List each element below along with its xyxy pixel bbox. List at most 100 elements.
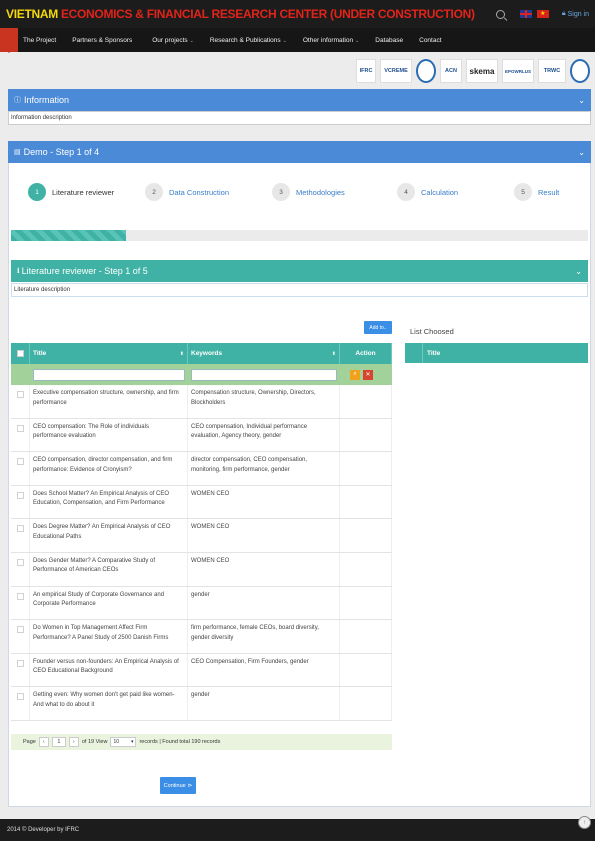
search-icon[interactable]: ⌕ bbox=[350, 369, 360, 380]
row-select-cell[interactable] bbox=[11, 620, 30, 653]
row-checkbox[interactable] bbox=[16, 458, 24, 466]
home-nav-button[interactable] bbox=[0, 28, 18, 53]
filter-row: ⌕ ✕ bbox=[11, 364, 392, 385]
sign-in-label: Sign in bbox=[567, 10, 589, 18]
info-icon: ℹ bbox=[17, 268, 20, 275]
table-row[interactable]: Does Gender Matter? A Comparative Study … bbox=[11, 552, 392, 587]
partner-logo-vcreme[interactable]: VCREME bbox=[380, 59, 412, 83]
table-row[interactable]: Does Degree Matter? An Empirical Analysi… bbox=[11, 519, 392, 553]
partner-logo-ifrc[interactable]: IFRC bbox=[356, 59, 376, 83]
table-row[interactable]: Getting even: Why women don't get paid l… bbox=[11, 687, 392, 721]
row-action-cell bbox=[340, 452, 392, 485]
brand-part-center: ECONOMICS & FINANCIAL RESEARCH CENTER (U… bbox=[60, 7, 475, 21]
search-icon[interactable] bbox=[495, 9, 505, 19]
next-page-icon[interactable]: › bbox=[68, 737, 79, 747]
row-checkbox[interactable] bbox=[16, 693, 24, 701]
column-title[interactable]: Title ⬍ bbox=[30, 343, 188, 364]
clear-icon[interactable]: ✕ bbox=[363, 369, 373, 380]
step-4[interactable]: 4 Calculation bbox=[397, 183, 458, 201]
demo-panel-header[interactable]: ▤ Demo - Step 1 of 4 ⌄ bbox=[8, 141, 591, 163]
row-action-cell bbox=[340, 586, 392, 620]
table-row[interactable]: Do Women in Top Management Affect Firm P… bbox=[11, 620, 392, 654]
nav-item-other-information[interactable]: Other information ⌄ bbox=[295, 37, 367, 44]
row-select-cell[interactable] bbox=[11, 519, 30, 552]
partner-logo-skema[interactable]: skema bbox=[466, 59, 498, 83]
continue-button[interactable]: Continue ⊳ bbox=[160, 777, 196, 794]
table-row[interactable]: Does School Matter? An Empirical Analysi… bbox=[11, 485, 392, 520]
nav-item-the-project[interactable]: The Project bbox=[18, 37, 64, 44]
row-select-cell[interactable] bbox=[11, 586, 30, 620]
keywords-filter-input[interactable] bbox=[191, 368, 337, 381]
row-select-cell[interactable] bbox=[11, 485, 30, 519]
english-flag-icon[interactable] bbox=[519, 10, 532, 18]
scroll-to-top-icon[interactable]: ↑ bbox=[578, 816, 591, 829]
row-checkbox[interactable] bbox=[16, 592, 24, 600]
step-3[interactable]: 3 Methodologies bbox=[272, 183, 345, 201]
page-input[interactable]: 1 bbox=[51, 737, 66, 747]
partner-logo-trwc[interactable]: TRWC bbox=[538, 59, 566, 83]
row-action-cell bbox=[340, 385, 392, 418]
chevron-down-icon[interactable]: ⌄ bbox=[575, 267, 582, 276]
table-row[interactable]: Executive compensation structure, owners… bbox=[11, 385, 392, 419]
add-to-button[interactable]: Add to.. bbox=[364, 321, 392, 334]
table-body: Executive compensation structure, owners… bbox=[11, 385, 392, 721]
vietnamese-flag-icon[interactable]: ★ bbox=[536, 10, 549, 18]
select-all-cell[interactable] bbox=[11, 343, 30, 364]
row-checkbox[interactable] bbox=[16, 525, 24, 533]
step-1[interactable]: 1 Literature reviewer bbox=[28, 183, 114, 201]
chevron-down-icon[interactable]: ⌄ bbox=[578, 148, 585, 157]
row-select-cell[interactable] bbox=[11, 552, 30, 586]
table-row[interactable]: An empirical Study of Corporate Governan… bbox=[11, 586, 392, 621]
prev-page-icon[interactable]: ‹ bbox=[38, 737, 49, 747]
list-choosed-column-title: Title bbox=[427, 349, 441, 357]
row-select-cell[interactable] bbox=[11, 653, 30, 687]
row-title: CEO compensation: The Role of individual… bbox=[30, 418, 188, 452]
column-label: Title bbox=[33, 350, 47, 357]
information-panel-header[interactable]: ⓘ Information ⌄ bbox=[8, 89, 591, 111]
step-label: Literature reviewer bbox=[52, 187, 115, 197]
nav-item-our-projects[interactable]: Our projects ⌄ bbox=[140, 37, 202, 44]
table-row[interactable]: CEO compensation, director compensation,… bbox=[11, 452, 392, 486]
step-2[interactable]: 2 Data Construction bbox=[145, 183, 229, 201]
chevron-down-icon: ⌄ bbox=[189, 37, 194, 44]
row-checkbox[interactable] bbox=[16, 558, 24, 566]
column-keywords[interactable]: Keywords ⬍ bbox=[188, 343, 340, 364]
partner-logo-acn[interactable]: ACN bbox=[440, 59, 462, 83]
partner-logo-epowrlus[interactable]: EPOWRLUS bbox=[502, 59, 534, 83]
sort-icon[interactable]: ⬍ bbox=[180, 351, 184, 357]
row-checkbox[interactable] bbox=[16, 626, 24, 634]
select-all-checkbox[interactable] bbox=[16, 350, 24, 357]
step-number: 2 bbox=[145, 183, 163, 201]
partner-logo-globe[interactable] bbox=[570, 59, 590, 83]
row-select-cell[interactable] bbox=[11, 385, 30, 418]
site-brand[interactable]: VIETNAM ECONOMICS & FINANCIAL RESEARCH C… bbox=[6, 7, 475, 21]
row-keywords: CEO Compensation, Firm Founders, gender bbox=[188, 653, 340, 687]
main-nav: The Project Partners & Sponsors Our proj… bbox=[0, 28, 595, 53]
step-5[interactable]: 5 Result bbox=[514, 183, 559, 201]
nav-item-contact[interactable]: Contact bbox=[411, 37, 449, 44]
sort-icon[interactable]: ⬍ bbox=[332, 351, 336, 357]
row-select-cell[interactable] bbox=[11, 452, 30, 485]
row-action-cell bbox=[340, 519, 392, 552]
row-checkbox[interactable] bbox=[16, 491, 24, 499]
row-checkbox[interactable] bbox=[16, 659, 24, 667]
page-size-select[interactable]: 10 ▾ bbox=[110, 737, 137, 747]
table-row[interactable]: Founder versus non-founders: An Empirica… bbox=[11, 653, 392, 688]
row-checkbox[interactable] bbox=[16, 391, 24, 398]
row-select-cell[interactable] bbox=[11, 418, 30, 452]
row-action-cell bbox=[340, 485, 392, 519]
table-row[interactable]: CEO compensation: The Role of individual… bbox=[11, 418, 392, 453]
nav-item-research[interactable]: Research & Publications ⌄ bbox=[202, 37, 295, 44]
row-title: Does School Matter? An Empirical Analysi… bbox=[30, 485, 188, 519]
row-checkbox[interactable] bbox=[16, 424, 24, 432]
partner-logo-seal[interactable] bbox=[416, 59, 436, 83]
sign-in-link[interactable]: 🔒︎ Sign in bbox=[562, 10, 589, 18]
chevron-down-icon[interactable]: ⌄ bbox=[578, 96, 585, 105]
nav-item-database[interactable]: Database bbox=[367, 37, 411, 44]
row-select-cell[interactable] bbox=[11, 687, 30, 720]
title-filter-input[interactable] bbox=[33, 368, 185, 381]
nav-item-partners[interactable]: Partners & Sponsors bbox=[64, 37, 140, 44]
literature-panel-header[interactable]: ℹ Literature reviewer - Step 1 of 5 ⌄ bbox=[11, 260, 588, 282]
row-keywords: CEO compensation, Individual performance… bbox=[188, 418, 340, 452]
header-tools: ★ 🔒︎ Sign in bbox=[495, 9, 589, 19]
